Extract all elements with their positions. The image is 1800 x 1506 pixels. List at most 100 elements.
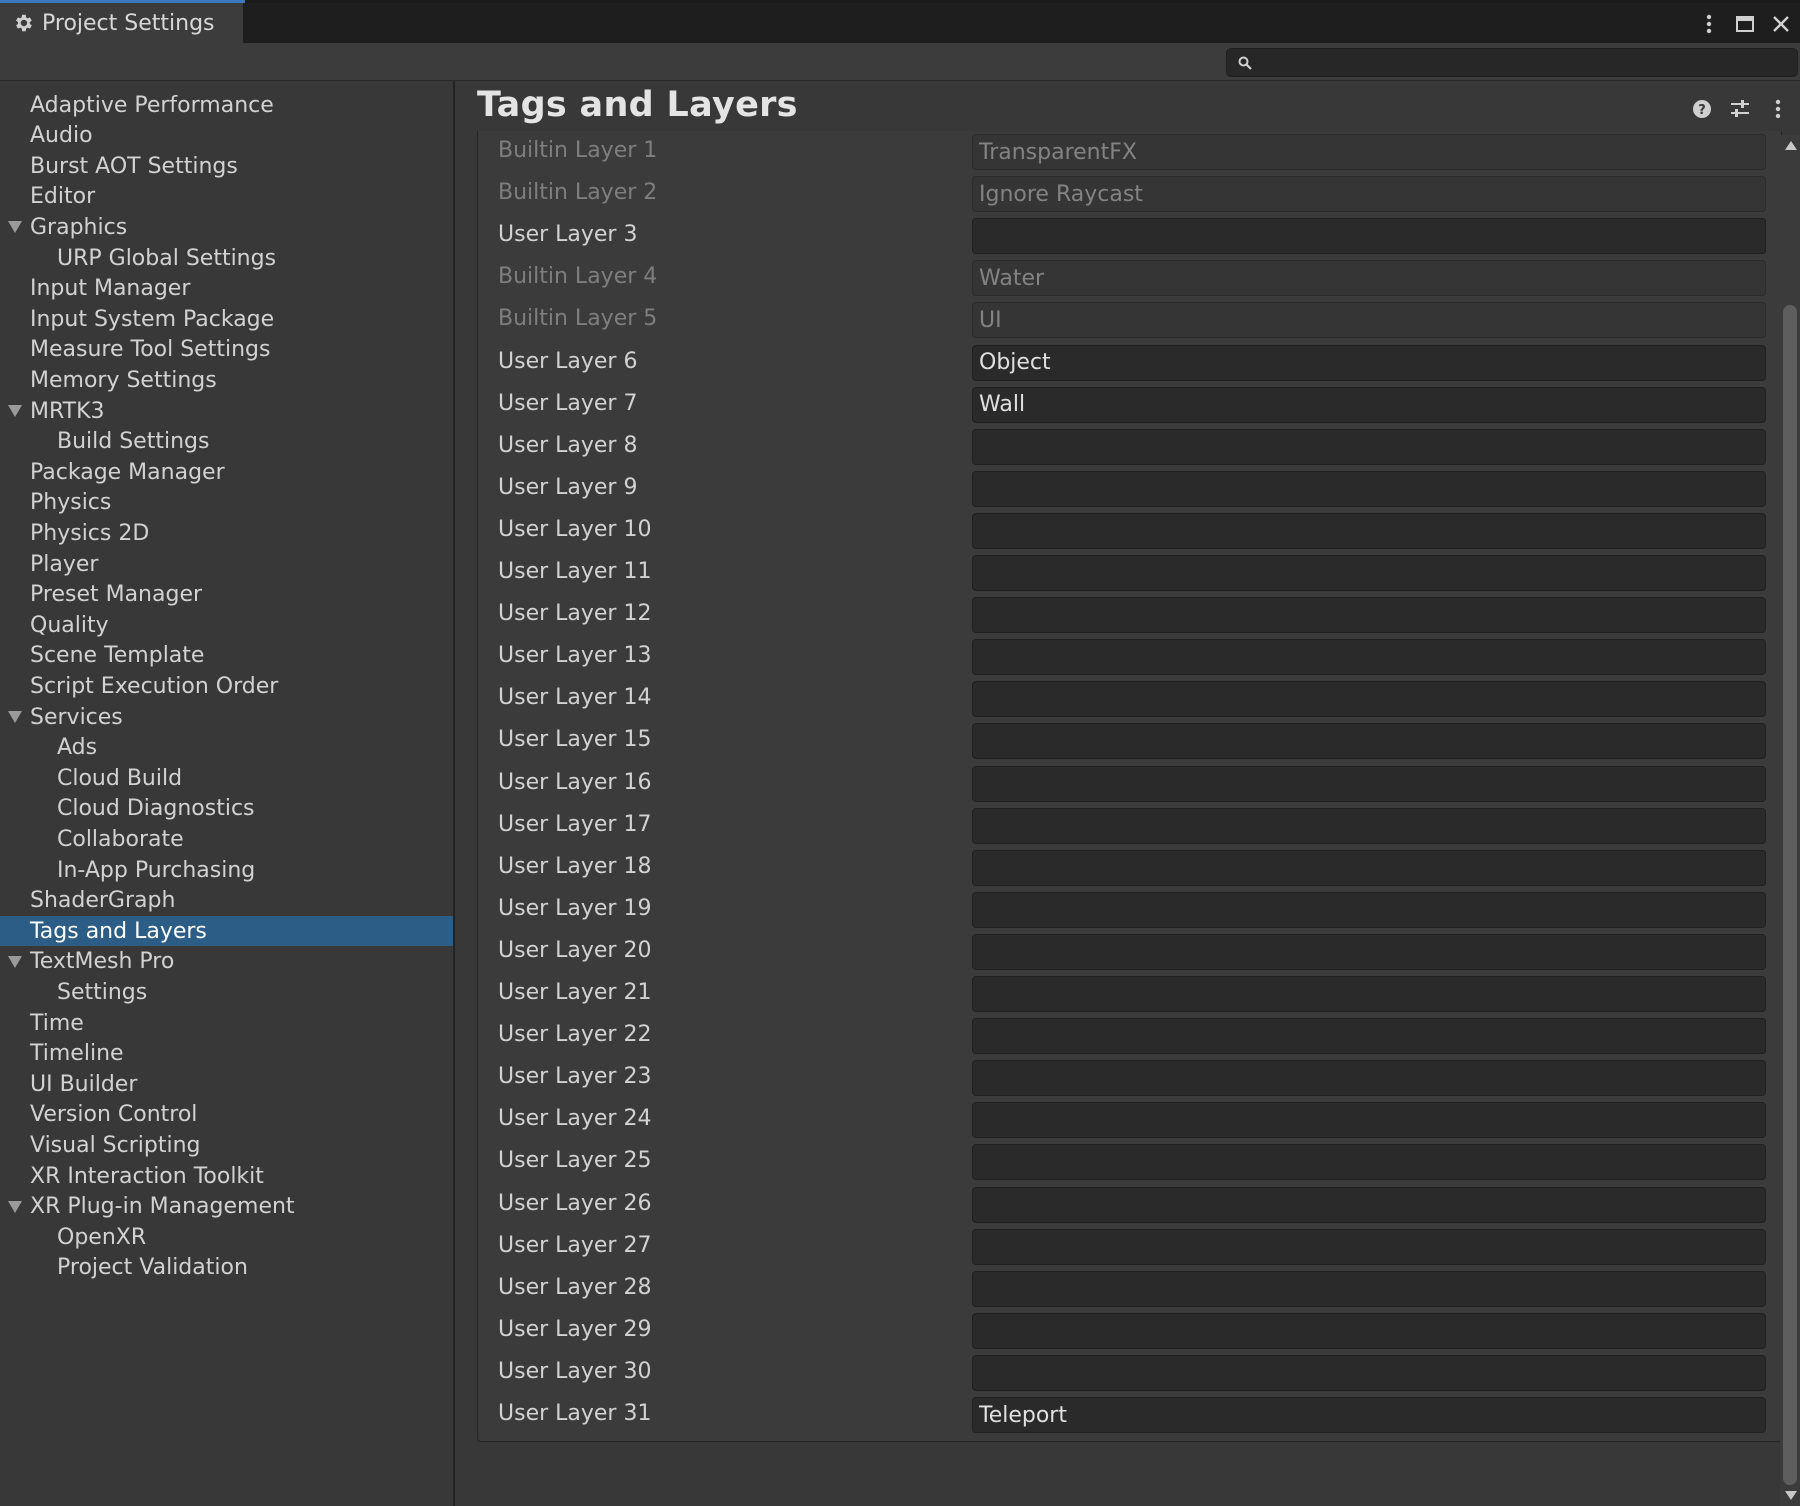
layer-row: User Layer 9 bbox=[478, 468, 1781, 510]
sidebar-item[interactable]: OpenXR bbox=[0, 1222, 453, 1252]
sidebar-item-label: Measure Tool Settings bbox=[30, 337, 271, 363]
sidebar-item[interactable]: Burst AOT Settings bbox=[0, 151, 453, 181]
layer-name-field[interactable] bbox=[972, 891, 1766, 928]
scrollbar-thumb[interactable] bbox=[1783, 305, 1797, 1485]
sidebar-item[interactable]: Physics bbox=[0, 488, 453, 518]
search-box[interactable] bbox=[1226, 48, 1798, 77]
sidebar-item[interactable]: Audio bbox=[0, 121, 453, 151]
layer-name-field[interactable] bbox=[972, 933, 1766, 970]
maximize-icon[interactable] bbox=[1734, 11, 1756, 37]
sidebar-item[interactable]: XR Interaction Toolkit bbox=[0, 1161, 453, 1191]
layer-name-field[interactable] bbox=[972, 1354, 1766, 1391]
layer-name-field[interactable] bbox=[972, 1397, 1766, 1433]
sidebar-item[interactable]: Collaborate bbox=[0, 824, 453, 854]
sidebar-item[interactable]: Editor bbox=[0, 182, 453, 212]
layer-name-field[interactable] bbox=[972, 1102, 1766, 1139]
layer-name-field[interactable] bbox=[972, 386, 1766, 423]
expand-arrow-icon[interactable] bbox=[8, 405, 22, 417]
layer-name-field[interactable] bbox=[972, 681, 1766, 718]
sidebar-item[interactable]: Services bbox=[0, 702, 453, 732]
sidebar-item[interactable]: ShaderGraph bbox=[0, 886, 453, 916]
layer-label: Builtin Layer 4 bbox=[498, 264, 658, 290]
vertical-scrollbar[interactable] bbox=[1780, 135, 1800, 1506]
layer-name-field[interactable] bbox=[972, 849, 1766, 886]
layer-name-field[interactable] bbox=[972, 218, 1766, 255]
sidebar-item[interactable]: Visual Scripting bbox=[0, 1130, 453, 1160]
layer-name-field[interactable] bbox=[972, 639, 1766, 676]
help-icon[interactable]: ? bbox=[1690, 97, 1714, 121]
sidebar-item[interactable]: Scene Template bbox=[0, 641, 453, 671]
expand-arrow-icon[interactable] bbox=[8, 221, 22, 234]
sidebar-item[interactable]: Adaptive Performance bbox=[0, 90, 453, 120]
sidebar-item[interactable]: TextMesh Pro bbox=[0, 947, 453, 977]
layer-name-field[interactable] bbox=[972, 1228, 1766, 1265]
scroll-up-icon[interactable] bbox=[1785, 141, 1797, 150]
tab-project-settings[interactable]: Project Settings bbox=[0, 3, 243, 43]
layer-name-field[interactable] bbox=[972, 976, 1766, 1012]
sidebar-item-label: Input System Package bbox=[30, 306, 275, 332]
layer-name-field[interactable] bbox=[972, 512, 1766, 549]
sidebar-item[interactable]: Player bbox=[0, 549, 453, 579]
sidebar-item[interactable]: Cloud Build bbox=[0, 763, 453, 793]
layer-row: User Layer 3 bbox=[478, 215, 1781, 257]
sidebar-item-label: Services bbox=[30, 704, 123, 730]
sidebar-item[interactable]: Quality bbox=[0, 610, 453, 640]
layer-name-field[interactable] bbox=[972, 1018, 1766, 1055]
layer-name-field[interactable] bbox=[972, 597, 1766, 634]
sidebar-item[interactable]: Measure Tool Settings bbox=[0, 335, 453, 365]
preset-icon[interactable] bbox=[1728, 97, 1752, 121]
layer-name-field[interactable] bbox=[972, 723, 1766, 760]
layer-name-field[interactable] bbox=[972, 555, 1766, 591]
layer-name-field[interactable] bbox=[972, 1312, 1766, 1349]
sidebar-item[interactable]: Version Control bbox=[0, 1100, 453, 1130]
sidebar-item[interactable]: Ads bbox=[0, 733, 453, 763]
layer-name-field[interactable] bbox=[972, 470, 1766, 507]
sidebar-item[interactable]: MRTK3 bbox=[0, 396, 453, 426]
sidebar-item[interactable]: URP Global Settings bbox=[0, 243, 453, 273]
sidebar-item[interactable]: UI Builder bbox=[0, 1069, 453, 1099]
sidebar-item-label: UI Builder bbox=[30, 1071, 138, 1097]
layer-name-field[interactable] bbox=[972, 765, 1766, 802]
sidebar-item-label: OpenXR bbox=[57, 1224, 147, 1250]
sidebar-item[interactable]: XR Plug-in Management bbox=[0, 1192, 453, 1222]
layer-name-field[interactable] bbox=[972, 1270, 1766, 1307]
layer-row: Builtin Layer 1 bbox=[478, 131, 1781, 173]
sidebar-item[interactable]: Memory Settings bbox=[0, 365, 453, 395]
more-options-icon[interactable] bbox=[1698, 11, 1720, 37]
sidebar-item[interactable]: Settings bbox=[0, 977, 453, 1007]
sidebar-item[interactable]: Time bbox=[0, 1008, 453, 1038]
sidebar-item[interactable]: Script Execution Order bbox=[0, 671, 453, 701]
layer-name-field[interactable] bbox=[972, 428, 1766, 465]
close-icon[interactable] bbox=[1770, 11, 1792, 37]
expand-arrow-icon[interactable] bbox=[8, 711, 22, 723]
scroll-down-icon[interactable] bbox=[1785, 1491, 1797, 1500]
layer-name-field[interactable] bbox=[972, 1060, 1766, 1097]
sidebar-item[interactable]: Build Settings bbox=[0, 427, 453, 457]
layer-name-field[interactable] bbox=[972, 344, 1766, 381]
layer-name-field[interactable] bbox=[972, 1186, 1766, 1223]
sidebar-item[interactable]: Input System Package bbox=[0, 304, 453, 334]
layer-row: User Layer 13 bbox=[478, 636, 1781, 678]
sidebar-item[interactable]: In-App Purchasing bbox=[0, 855, 453, 885]
layer-name-field[interactable] bbox=[972, 807, 1766, 844]
sidebar-item[interactable]: Input Manager bbox=[0, 274, 453, 304]
layer-row: User Layer 18 bbox=[478, 847, 1781, 889]
sidebar-item-label: Cloud Build bbox=[57, 765, 183, 791]
expand-arrow-icon[interactable] bbox=[8, 1200, 22, 1213]
layer-row: User Layer 7 bbox=[478, 384, 1781, 426]
sidebar-item[interactable]: Preset Manager bbox=[0, 580, 453, 610]
layer-label: User Layer 26 bbox=[498, 1190, 652, 1216]
sidebar-item[interactable]: Cloud Diagnostics bbox=[0, 794, 453, 824]
search-input[interactable] bbox=[1255, 51, 1797, 74]
expand-arrow-icon[interactable] bbox=[8, 955, 22, 968]
sidebar-item[interactable]: Physics 2D bbox=[0, 518, 453, 548]
sidebar-item[interactable]: Project Validation bbox=[0, 1253, 453, 1283]
layer-row: User Layer 27 bbox=[478, 1226, 1781, 1268]
sidebar-item[interactable]: Graphics bbox=[0, 212, 453, 242]
sidebar-item-label: XR Interaction Toolkit bbox=[30, 1163, 264, 1189]
layer-name-field[interactable] bbox=[972, 1144, 1766, 1181]
sidebar-item[interactable]: Package Manager bbox=[0, 457, 453, 487]
sidebar-item[interactable]: Timeline bbox=[0, 1039, 453, 1069]
more-options-icon[interactable] bbox=[1766, 97, 1790, 121]
sidebar-item[interactable]: Tags and Layers bbox=[0, 916, 453, 947]
